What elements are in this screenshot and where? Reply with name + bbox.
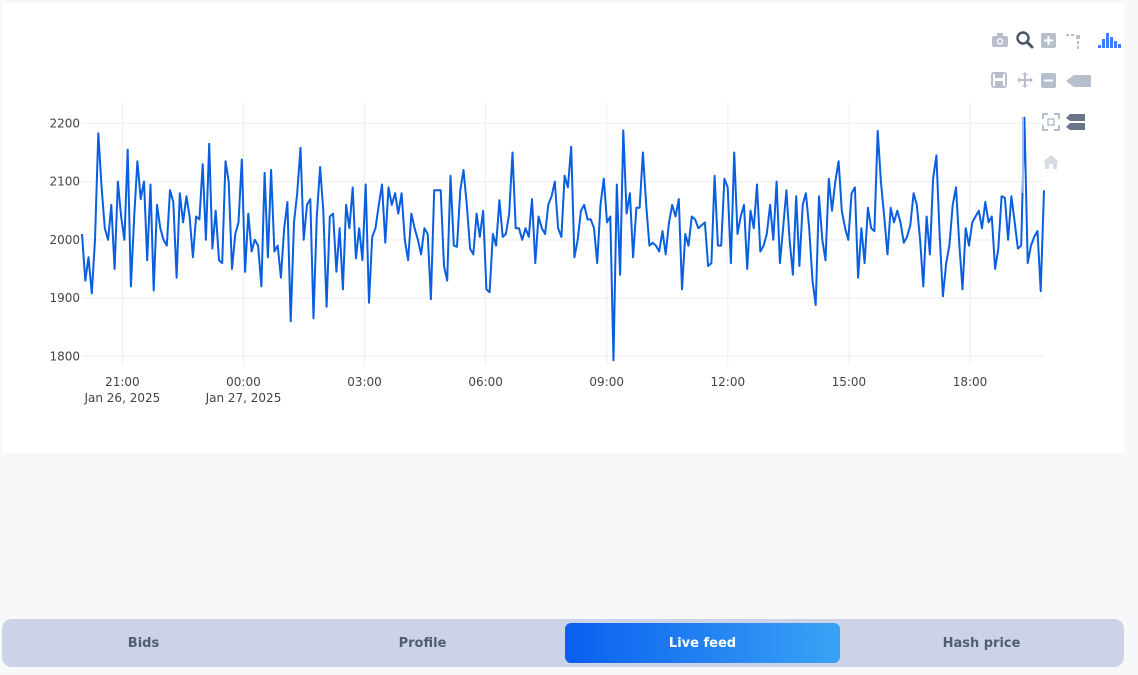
- y-tick-label: 2100: [49, 175, 80, 189]
- tab-bids[interactable]: Bids: [6, 623, 281, 663]
- pan-icon[interactable]: [1017, 72, 1033, 88]
- y-tick-label: 2200: [49, 116, 80, 130]
- modebar: [991, 31, 1121, 169]
- y-tick-label: 2000: [49, 233, 80, 247]
- line-chart[interactable]: 1800 1900 2000 2100 2200 21:00 Jan 26, 2025 00…: [2, 3, 1124, 453]
- x-tick-label: 00:00: [226, 375, 261, 389]
- chart-panel: 1800 1900 2000 2100 2200 21:00 Jan 26, 2025 00…: [2, 3, 1124, 453]
- y-axis-tick-labels: 1800 1900 2000 2100 2200: [49, 116, 80, 363]
- save-icon[interactable]: [991, 72, 1007, 88]
- reset-axes-icon[interactable]: [1043, 155, 1059, 169]
- x-tick-label: 03:00: [347, 375, 382, 389]
- camera-icon[interactable]: [992, 33, 1008, 47]
- x-tick-label: 15:00: [832, 375, 867, 389]
- tab-hash-price[interactable]: Hash price: [844, 623, 1119, 663]
- tab-profile[interactable]: Profile: [285, 623, 560, 663]
- x-tick-label: 09:00: [589, 375, 624, 389]
- autoscale-icon[interactable]: [1042, 113, 1060, 131]
- x-axis-tick-labels: 21:00 Jan 26, 2025 00:00 Jan 27, 2025 03:00 0…: [83, 375, 987, 405]
- x-tick-date-label: Jan 27, 2025: [205, 391, 282, 405]
- x-tick-label: 06:00: [468, 375, 503, 389]
- bar-chart-icon[interactable]: [1098, 33, 1121, 48]
- hover-closest-icon[interactable]: [1066, 75, 1091, 87]
- tab-live-feed[interactable]: Live feed: [565, 623, 840, 663]
- series-line[interactable]: [81, 116, 1045, 362]
- hover-compare-icon[interactable]: [1066, 114, 1085, 130]
- y-tick-label: 1800: [49, 349, 80, 363]
- y-tick-label: 1900: [49, 291, 80, 305]
- zoom-out-icon[interactable]: [1041, 73, 1056, 88]
- x-tick-label: 21:00: [105, 375, 140, 389]
- x-tick-date-label: Jan 26, 2025: [83, 391, 160, 405]
- bottom-tab-bar: Bids Profile Live feed Hash price: [2, 619, 1124, 667]
- x-tick-label: 18:00: [953, 375, 988, 389]
- y-gridlines: [82, 122, 1044, 357]
- x-tick-label: 12:00: [711, 375, 746, 389]
- zoom-icon[interactable]: [1016, 31, 1034, 49]
- spikeline-icon[interactable]: [1066, 34, 1080, 49]
- zoom-in-icon[interactable]: [1041, 33, 1056, 48]
